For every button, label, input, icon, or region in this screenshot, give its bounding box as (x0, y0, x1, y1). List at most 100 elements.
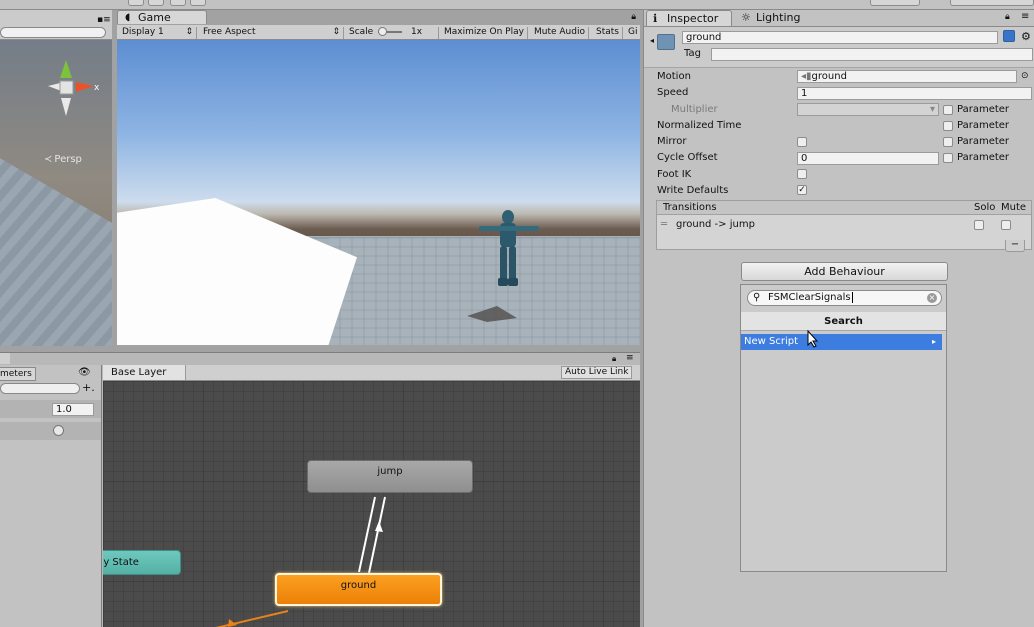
scene-gizmo-icon[interactable]: x (36, 60, 106, 122)
scale-slider[interactable]: Scale 1x (346, 26, 439, 39)
animator-graph[interactable]: jump ground ny State (103, 381, 640, 627)
tab-lighting[interactable]: ☼ Lighting (736, 10, 816, 26)
maximize-on-play-toggle[interactable]: Maximize On Play (441, 27, 528, 39)
scene-panel: ▪≡ x ≺ Persp (0, 10, 112, 346)
state-node-jump[interactable]: jump (307, 460, 473, 493)
parameter-row[interactable]: 1.0 (0, 400, 101, 418)
tag-input[interactable] (711, 48, 1033, 61)
mute-header: Mute (1001, 202, 1027, 213)
parameters-panel: meters 👁︎ +. 1.0 (0, 365, 102, 627)
breadcrumb-base-layer[interactable]: Base Layer (103, 365, 186, 380)
motion-clip-icon: ◂▮ (801, 71, 812, 82)
game-toolbar: Display 1 ⇕ Free Aspect ⇕ Scale 1x Maximiz… (117, 25, 640, 40)
scene-header: ▪≡ (0, 10, 112, 40)
lock-icon[interactable]: 🔒︎ (612, 354, 616, 364)
eye-icon[interactable]: 👁︎ (78, 367, 91, 378)
layout-dropdown[interactable] (950, 0, 1034, 6)
behaviour-search-input[interactable]: ⚲ FSMClearSignals × (747, 290, 942, 306)
transitions-list: Transitions Solo Mute ═ ground -> jump − (656, 200, 1032, 252)
remove-transition-button[interactable]: − (1005, 240, 1025, 252)
animator-tab-fragment[interactable] (0, 353, 10, 364)
scene-search-input[interactable] (0, 27, 106, 38)
parameter-row[interactable] (0, 422, 101, 440)
foot-ik-label: Foot IK (657, 169, 692, 180)
new-script-item[interactable]: New Script ▸ (741, 334, 942, 350)
drag-handle-icon[interactable]: ═ (661, 219, 667, 231)
stats-toggle[interactable]: Stats (593, 27, 623, 39)
aspect-dropdown[interactable]: Free Aspect ⇕ (200, 27, 344, 39)
tab-lighting-label: Lighting (756, 11, 801, 24)
mouse-cursor-icon (807, 330, 819, 348)
search-icon: ⚲ (753, 292, 761, 303)
speed-input[interactable]: 1 (797, 87, 1032, 100)
tab-game[interactable]: ◖ Game 🔒︎ (117, 10, 636, 24)
mirror-parameter-checkbox[interactable] (943, 137, 953, 147)
game-view[interactable] (117, 40, 640, 345)
persp-label[interactable]: ≺ Persp (44, 154, 82, 165)
animator-panel: 🔒︎ ≡ meters 👁︎ +. 1.0 Base Layer Auto Li… (0, 352, 640, 627)
inspector-panel: ℹ Inspector ☼ Lighting 🔒︎ ≡ ◂ ground ⚙ T… (643, 10, 1034, 627)
tab-game-label: Game (138, 11, 171, 24)
toolbar-button[interactable] (128, 0, 144, 6)
transition-solo-checkbox[interactable] (974, 220, 984, 230)
parameter-value-input[interactable]: 1.0 (52, 403, 94, 416)
toolbar-button[interactable] (170, 0, 186, 6)
state-name-input[interactable]: ground (682, 31, 998, 44)
parameter-search-input[interactable] (0, 383, 80, 394)
lock-icon[interactable]: 🔒︎ (631, 11, 636, 24)
panel-menu-icon[interactable]: ▪≡ (97, 15, 111, 25)
add-behaviour-button[interactable]: Add Behaviour (741, 262, 948, 281)
auto-live-link-toggle[interactable]: Auto Live Link (561, 366, 633, 379)
mute-audio-toggle[interactable]: Mute Audio (531, 27, 589, 39)
transition-mute-checkbox[interactable] (1001, 220, 1011, 230)
lock-icon[interactable]: 🔒︎ (1005, 12, 1010, 22)
scene-floor (0, 140, 112, 346)
gear-icon[interactable]: ⚙ (1021, 30, 1031, 43)
state-node-ground[interactable]: ground (275, 573, 442, 606)
help-icon[interactable] (1003, 30, 1015, 42)
cycle-offset-parameter-checkbox[interactable] (943, 153, 953, 163)
transition-label: ground -> jump (676, 219, 755, 230)
clear-search-icon[interactable]: × (927, 293, 937, 303)
svg-text:x: x (94, 83, 100, 93)
multiplier-parameter-checkbox[interactable] (943, 105, 953, 115)
state-node-any-state[interactable]: ny State (103, 550, 181, 575)
normalized-time-label: Normalized Time (657, 120, 742, 131)
cycle-offset-label: Cycle Offset (657, 152, 718, 163)
motion-field[interactable]: ◂▮ground (797, 70, 1017, 83)
write-defaults-checkbox[interactable]: ✓ (797, 185, 807, 195)
foot-ik-checkbox[interactable] (797, 169, 807, 179)
cycle-offset-input[interactable]: 0 (797, 152, 939, 165)
display-dropdown[interactable]: Display 1 ⇕ (119, 27, 197, 39)
tag-label: Tag (684, 48, 701, 59)
toolbar-button[interactable] (148, 0, 164, 6)
transition-row[interactable]: ═ ground -> jump (657, 216, 1031, 234)
white-plane (117, 198, 357, 345)
solo-header: Solo (974, 202, 996, 213)
scene-view[interactable]: x ≺ Persp (0, 40, 112, 346)
multiplier-parameter-label: Parameter (957, 104, 1010, 115)
mirror-label: Mirror (657, 136, 687, 147)
tab-parameters[interactable]: meters (0, 367, 36, 381)
mirror-checkbox[interactable] (797, 137, 807, 147)
object-picker-icon[interactable]: ⊙ (1021, 71, 1029, 81)
multiplier-label: Multiplier (671, 104, 718, 115)
state-icon (657, 34, 675, 50)
panel-menu-icon[interactable]: ≡ (626, 353, 634, 363)
panel-menu-icon[interactable]: ≡ (1021, 11, 1029, 22)
lighting-icon: ☼ (741, 11, 751, 24)
info-icon: ℹ (653, 12, 658, 25)
top-toolbar-strip (0, 0, 1034, 10)
character-model (467, 210, 539, 322)
add-parameter-icon[interactable]: +. (82, 381, 95, 394)
tab-inspector-label: Inspector (667, 12, 719, 25)
state-arrow-icon: ◂ (650, 36, 655, 45)
gizmos-toggle[interactable]: Gi (625, 27, 640, 39)
multiplier-dropdown: ▾ (797, 103, 939, 116)
toolbar-button[interactable] (190, 0, 206, 6)
tab-inspector[interactable]: ℹ Inspector (646, 10, 732, 26)
trigger-radio[interactable] (53, 425, 64, 436)
motion-label: Motion (657, 71, 691, 82)
normalized-time-parameter-checkbox[interactable] (943, 121, 953, 131)
layers-dropdown[interactable] (870, 0, 920, 6)
